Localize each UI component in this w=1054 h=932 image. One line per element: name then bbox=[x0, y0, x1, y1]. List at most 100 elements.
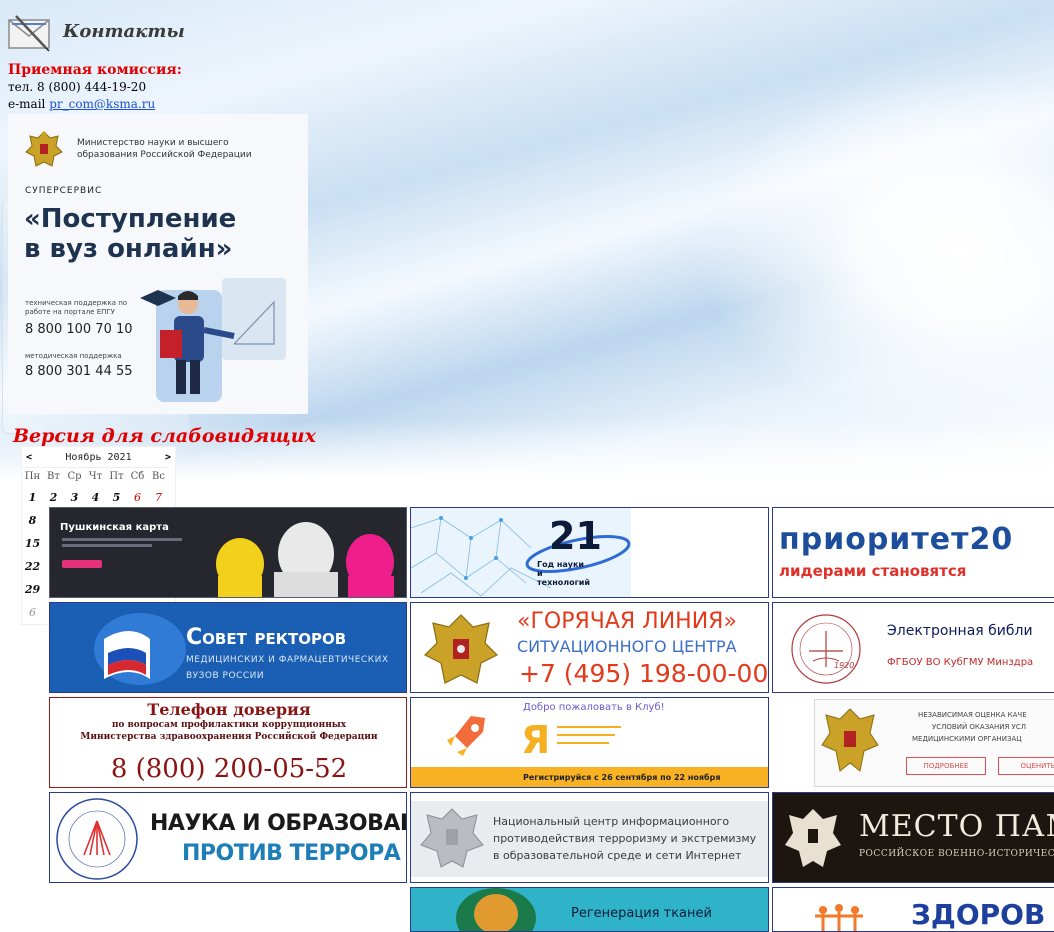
library-subtitle: ФГБОУ ВО КубГМУ Минздра bbox=[887, 657, 1034, 668]
place-of-memory-banner[interactable]: МЕСТО ПАМ РОССИЙСКОЕ ВОЕННО-ИСТОРИЧЕСКО bbox=[772, 792, 1054, 883]
trust-sub1: по вопросам профилактики коррупционных bbox=[111, 720, 347, 730]
rectors-council-banner[interactable]: Совет ректоров медицинских и фармацевтич… bbox=[49, 602, 407, 693]
calendar-day[interactable]: 3 bbox=[64, 486, 85, 509]
rectors-sub2: вузов России bbox=[186, 671, 265, 681]
library-year: 1920 bbox=[834, 661, 855, 670]
trust-phone: 8 (800) 200-05-52 bbox=[110, 754, 348, 784]
rocket-icon bbox=[447, 716, 485, 756]
university-seal-icon bbox=[791, 614, 861, 684]
calendar-next-button[interactable]: > bbox=[165, 452, 171, 463]
weekday-wed: Ср bbox=[64, 467, 85, 486]
hotline-line1: «ГОРЯЧАЯ ЛИНИЯ» bbox=[517, 609, 737, 634]
year21-caption: Год науки и технологий bbox=[537, 560, 590, 587]
calendar-day[interactable]: 15 bbox=[22, 532, 43, 555]
email-prefix: e-mail bbox=[8, 97, 50, 111]
calendar-day[interactable]: 1 bbox=[22, 486, 43, 509]
assess-line2: УСЛОВИЙ ОКАЗАНИЯ УСЛ bbox=[932, 723, 1026, 731]
assess-line1: НЕЗАВИСИМАЯ ОЦЕНКА КАЧЕ bbox=[918, 711, 1027, 719]
calendar-day[interactable]: 22 bbox=[22, 555, 43, 578]
admission-phone: тел. 8 (800) 444-19-20 bbox=[8, 80, 147, 94]
library-title: Электронная библи bbox=[887, 623, 1033, 639]
student-illustration bbox=[140, 278, 286, 402]
anatomy-figure-image bbox=[456, 888, 536, 931]
contacts-title: Контакты bbox=[63, 21, 185, 42]
pushkin-card-banner[interactable]: Пушкинская карта bbox=[49, 507, 407, 598]
regen-title: Регенерация тканей bbox=[571, 906, 712, 921]
open-book-flag-icon bbox=[94, 613, 186, 685]
assess-rate-button[interactable]: ОЦЕНИТЬ bbox=[998, 757, 1054, 775]
memory-title: МЕСТО ПАМ bbox=[859, 809, 1054, 844]
ministry-name: Министерство науки и высшего образования… bbox=[77, 138, 252, 160]
healthy-lifestyle-banner[interactable]: ЗДОРОВ bbox=[772, 887, 1054, 932]
club-welcome: Добро пожаловать в Клуб! bbox=[523, 702, 665, 713]
tech-support-phone: 8 800 100 70 10 bbox=[25, 322, 133, 337]
calendar-month: Ноябрь 2021 bbox=[65, 451, 132, 463]
club-logo-letter: Я bbox=[521, 718, 551, 762]
weekday-fri: Пт bbox=[106, 467, 127, 486]
hotline-situation-center-banner[interactable]: «ГОРЯЧАЯ ЛИНИЯ» СИТУАЦИОННОГО ЦЕНТРА +7 … bbox=[410, 602, 769, 693]
admission-email: e-mail pr_com@ksma.ru bbox=[8, 97, 155, 111]
memory-subtitle: РОССИЙСКОЕ ВОЕННО-ИСТОРИЧЕСКО bbox=[859, 849, 1054, 859]
year21-number: 21 bbox=[549, 514, 602, 558]
pushkin-title: Пушкинская карта bbox=[60, 522, 169, 533]
health-title: ЗДОРОВ bbox=[911, 898, 1046, 931]
quality-assessment-banner[interactable]: НЕЗАВИСИМАЯ ОЦЕНКА КАЧЕ УСЛОВИЙ ОКАЗАНИЯ… bbox=[772, 697, 1054, 788]
rectors-sub1: медицинских и фармацевтических bbox=[186, 655, 389, 665]
hotline-phone: +7 (495) 198-00-00 bbox=[519, 659, 769, 688]
calendar-day[interactable]: 29 bbox=[22, 578, 43, 601]
weekday-mon: Пн bbox=[22, 467, 43, 486]
trust-phone-banner[interactable]: Телефон доверия по вопросам профилактики… bbox=[49, 697, 407, 788]
calendar-prev-button[interactable]: < bbox=[26, 452, 32, 463]
weekday-sat: Сб bbox=[127, 467, 148, 486]
health-ministry-emblem-icon bbox=[821, 708, 879, 772]
priority-title: приоритет20 bbox=[779, 522, 1014, 557]
calendar-header: < Ноябрь 2021 > bbox=[22, 447, 175, 467]
trust-sub2: Министерства здравоохранения Российской … bbox=[80, 732, 378, 742]
priority2030-banner[interactable]: приоритет20 лидерами становятся bbox=[772, 507, 1054, 598]
calendar-day[interactable]: 2 bbox=[43, 486, 64, 509]
electronic-library-banner[interactable]: 1920 Электронная библи ФГБОУ ВО КубГМУ М… bbox=[772, 602, 1054, 693]
national-center-line3: в образовательной среде и сети Интернет bbox=[493, 849, 742, 862]
method-support-phone: 8 800 301 44 55 bbox=[25, 364, 133, 379]
calendar-day[interactable]: 8 bbox=[22, 509, 43, 532]
year-of-science-banner[interactable]: 21 Год науки и технологий bbox=[410, 507, 769, 598]
pushkin-busts-image bbox=[216, 522, 394, 597]
calendar-day[interactable]: 6 bbox=[127, 486, 148, 509]
science-against-terror-banner[interactable]: НАУКА И ОБРАЗОВАНИЕ ПРОТИВ ТЕРРОРА bbox=[49, 792, 407, 883]
superservice-title-line1: «Поступление bbox=[24, 204, 237, 234]
method-support-label: методическая поддержка bbox=[25, 352, 122, 360]
superservice-title: «Поступление в вуз онлайн» bbox=[24, 204, 284, 264]
student-club-banner[interactable]: Добро пожаловать в Клуб! Я Регистрируйся… bbox=[410, 697, 769, 788]
superservice-banner[interactable]: Министерство науки и высшего образования… bbox=[8, 114, 308, 414]
trust-title: Телефон доверия bbox=[147, 700, 311, 719]
science-line2: ПРОТИВ ТЕРРОРА bbox=[182, 841, 401, 866]
double-eagle-icon bbox=[785, 809, 841, 867]
national-center-line2: противодействия терроризму и экстремизму bbox=[493, 832, 757, 845]
calendar-day[interactable]: 5 bbox=[106, 486, 127, 509]
hotline-line2: СИТУАЦИОННОГО ЦЕНТРА bbox=[517, 637, 737, 656]
weekday-thu: Чт bbox=[85, 467, 106, 486]
calendar-day-other-month[interactable]: 6 bbox=[22, 601, 43, 624]
superservice-label: СУПЕРСЕРВИС bbox=[25, 186, 103, 196]
assess-details-button[interactable]: ПОДРОБНЕЕ bbox=[906, 757, 986, 775]
science-line1: НАУКА И ОБРАЗОВАНИЕ bbox=[150, 811, 406, 836]
weekday-sun: Вс bbox=[148, 467, 169, 486]
priority-subtitle: лидерами становятся bbox=[779, 562, 967, 580]
assess-line3: МЕДИЦИНСКИМИ ОРГАНИЗАЦ bbox=[912, 735, 1022, 743]
low-vision-link[interactable]: Версия для слабовидящих bbox=[13, 425, 316, 447]
national-center-banner[interactable]: Национальный центр информационного проти… bbox=[410, 792, 769, 883]
coat-of-arms-icon bbox=[420, 808, 484, 868]
coat-of-arms-icon bbox=[25, 131, 63, 167]
rectors-title: Совет ректоров bbox=[186, 625, 347, 650]
calendar-day[interactable]: 7 bbox=[148, 486, 169, 509]
coat-of-arms-icon bbox=[423, 614, 499, 684]
national-center-line1: Национальный центр информационного bbox=[493, 815, 730, 828]
southern-federal-university-logo bbox=[56, 798, 138, 880]
tissue-regeneration-banner[interactable]: Регенерация тканей bbox=[410, 887, 769, 932]
club-register: Регистрируйся с 26 сентября по 22 ноября bbox=[523, 773, 721, 782]
admission-label: Приемная комиссия: bbox=[8, 62, 182, 78]
superservice-title-line2: в вуз онлайн» bbox=[24, 234, 233, 264]
email-link[interactable]: pr_com@ksma.ru bbox=[49, 97, 155, 111]
calendar-day[interactable]: 4 bbox=[85, 486, 106, 509]
people-group-icon bbox=[815, 904, 863, 931]
